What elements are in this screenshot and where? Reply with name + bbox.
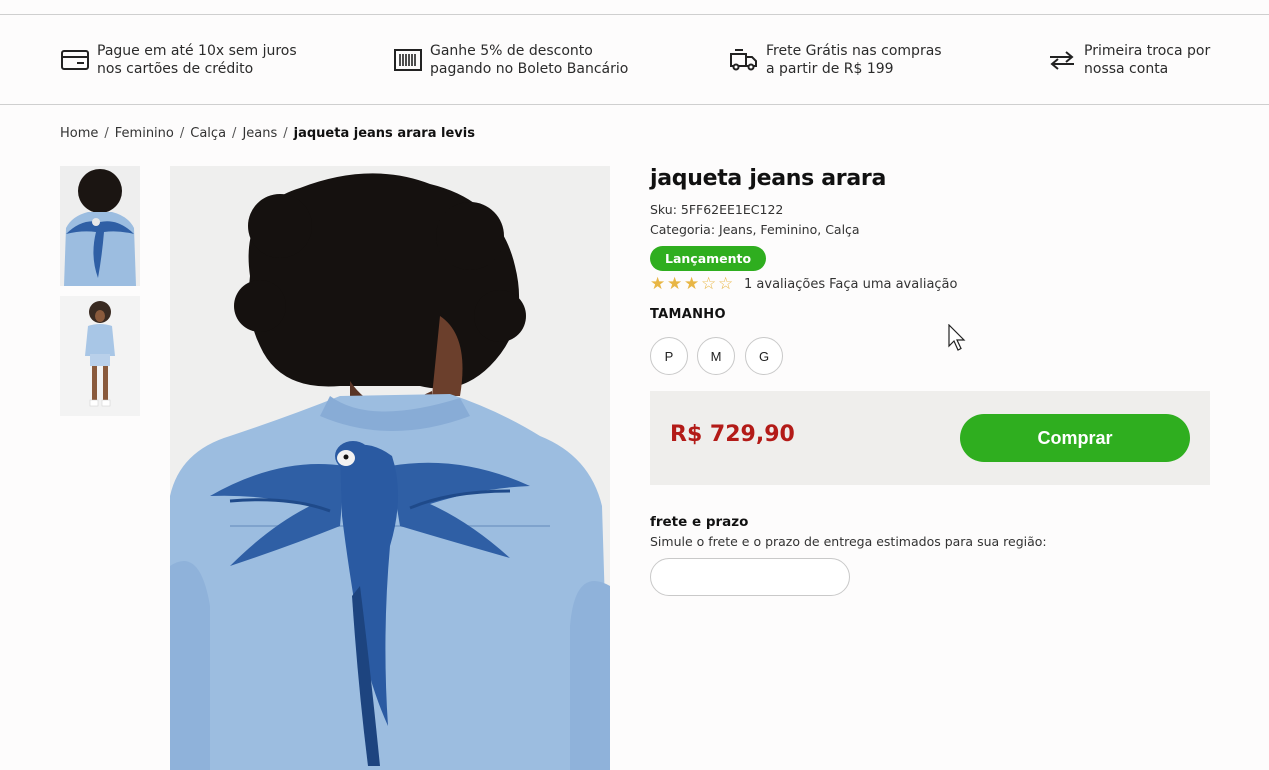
breadcrumb-calca[interactable]: Calça [190,126,226,141]
star-empty-icon: ☆ [718,274,734,294]
product-title: jaqueta jeans arara [650,166,886,191]
star-filled-icon: ★ [684,274,700,294]
product-category: Categoria: Jeans, Feminino, Calça [650,222,860,237]
shipping-title: frete e prazo [650,514,749,530]
credit-card-icon [60,45,90,75]
benefit-line-1: Frete Grátis nas compras [766,43,942,59]
product-main-image [170,166,610,770]
zip-code-input[interactable] [650,558,850,596]
write-review-link[interactable]: Faça uma avaliação [829,277,957,292]
size-label: TAMANHO [650,307,726,322]
mouse-cursor-icon [948,323,968,356]
barcode-icon [393,45,423,75]
exchange-arrows-icon [1047,45,1077,75]
size-option-p[interactable]: P [650,337,688,375]
benefits-bar: Pague em até 10x sem juros nos cartões d… [0,15,1269,105]
truck-icon [729,45,759,75]
breadcrumb-separator: / [283,126,288,141]
benefit-line-1: Pague em até 10x sem juros [97,43,297,59]
breadcrumb-separator: / [179,126,185,141]
benefit-boleto: Ganhe 5% de desconto pagando no Boleto B… [393,42,628,78]
star-filled-icon: ★ [650,274,666,294]
product-sku: Sku: 5FF62EE1EC122 [650,202,784,217]
launch-badge: Lançamento [650,246,767,271]
benefit-installments: Pague em até 10x sem juros nos cartões d… [60,42,297,78]
shipping-description: Simule o frete e o prazo de entrega esti… [650,534,1047,549]
breadcrumb-jeans[interactable]: Jeans [242,126,277,141]
product-rating: ★ ★ ★ ☆ ☆ 1 avaliações Faça uma avaliação [650,276,957,293]
benefit-free-exchange: Primeira troca por nossa conta [1047,42,1210,78]
breadcrumb: Home / Feminino / Calça / Jeans / jaquet… [60,126,475,141]
buy-button[interactable]: Comprar [960,414,1190,462]
breadcrumb-separator: / [104,126,109,141]
benefit-line-2: nos cartões de crédito [97,61,254,77]
benefit-line-1: Ganhe 5% de desconto [430,43,593,59]
rating-stars: ★ ★ ★ ☆ ☆ [650,276,735,293]
size-option-g[interactable]: G [745,337,783,375]
size-option-m[interactable]: M [697,337,735,375]
reviews-count: 1 avaliações [744,277,826,292]
benefit-free-shipping: Frete Grátis nas compras a partir de R$ … [729,42,942,78]
product-thumbnail-front[interactable] [60,296,140,416]
breadcrumb-home[interactable]: Home [60,126,98,141]
benefit-line-2: pagando no Boleto Bancário [430,61,629,77]
product-thumbnail-back[interactable] [60,166,140,286]
breadcrumb-feminino[interactable]: Feminino [115,126,174,141]
star-empty-icon: ☆ [701,274,717,294]
benefit-line-1: Primeira troca por [1084,43,1211,59]
breadcrumb-current: jaqueta jeans arara levis [293,126,475,141]
buy-box: R$ 729,90 Comprar [650,391,1210,485]
product-price: R$ 729,90 [670,422,795,447]
benefit-line-2: a partir de R$ 199 [766,61,894,77]
breadcrumb-separator: / [232,126,237,141]
benefit-line-2: nossa conta [1084,61,1169,77]
star-filled-icon: ★ [667,274,683,294]
